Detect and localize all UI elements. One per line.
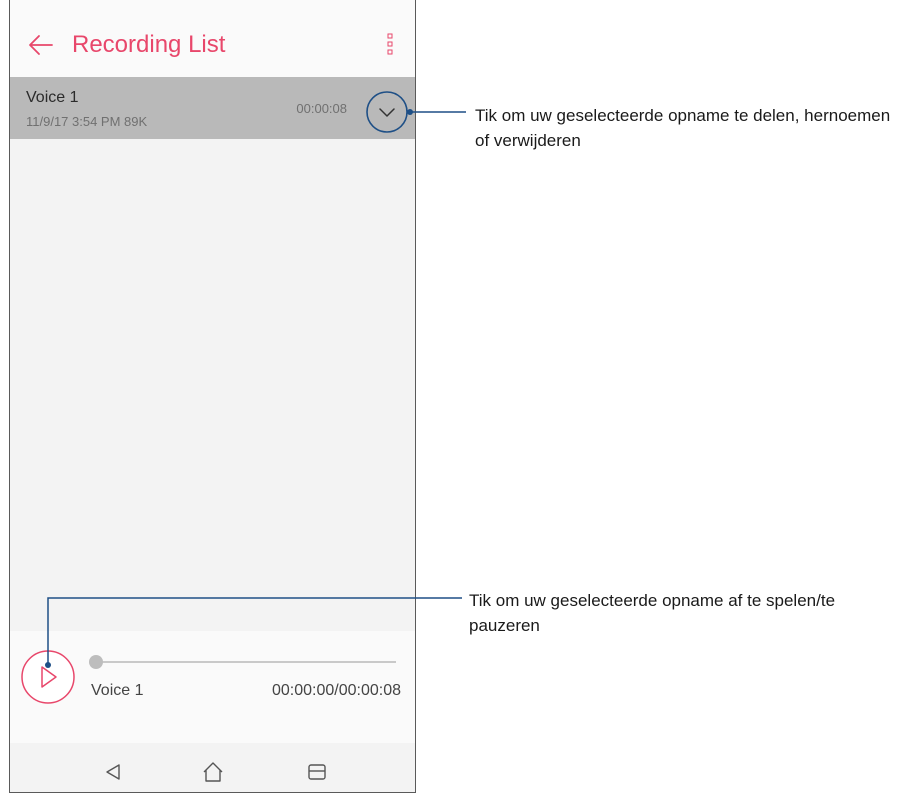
callout-play-pause: Tik om uw geselecteerde opname af te spe… — [469, 591, 836, 635]
nav-back-icon — [106, 764, 120, 780]
app-bar: Recording List — [10, 0, 415, 77]
seek-bar[interactable] — [96, 661, 396, 663]
player-time: 00:00:00/00:00:08 — [271, 682, 401, 699]
callout-expand-options: Tik om uw geselecteerde opname te delen,… — [475, 106, 891, 150]
arrow-left-icon — [29, 35, 53, 55]
nav-recents-icon — [308, 764, 326, 780]
recording-list-empty-area — [10, 139, 415, 631]
player-track-name: Voice 1 — [91, 682, 144, 699]
chevron-down-icon — [366, 91, 408, 133]
recording-row-selected[interactable]: Voice 1 11/9/17 3:54 PM 89K 00:00:08 — [10, 77, 415, 139]
play-icon — [21, 650, 75, 704]
more-vertical-icon — [387, 33, 393, 55]
nav-back-button[interactable] — [100, 759, 126, 785]
more-options-button[interactable] — [384, 30, 396, 60]
nav-home-icon — [203, 762, 223, 782]
nav-recents-button[interactable] — [304, 759, 330, 785]
recording-meta: 11/9/17 3:54 PM 89K — [26, 114, 148, 129]
player-bar: Voice 1 00:00:00/00:00:08 — [10, 631, 415, 743]
page-title: Recording List — [72, 31, 226, 58]
recording-name: Voice 1 — [26, 89, 79, 106]
back-button[interactable] — [26, 30, 56, 60]
recording-duration: 00:00:08 — [296, 101, 347, 116]
expand-options-button[interactable] — [365, 90, 409, 134]
nav-home-button[interactable] — [200, 759, 226, 785]
seek-thumb[interactable] — [89, 655, 103, 669]
play-button[interactable] — [20, 649, 76, 705]
system-nav-bar — [10, 743, 415, 792]
phone-screen: Recording List Voice 1 11/9/17 3:54 PM 8… — [9, 0, 416, 793]
